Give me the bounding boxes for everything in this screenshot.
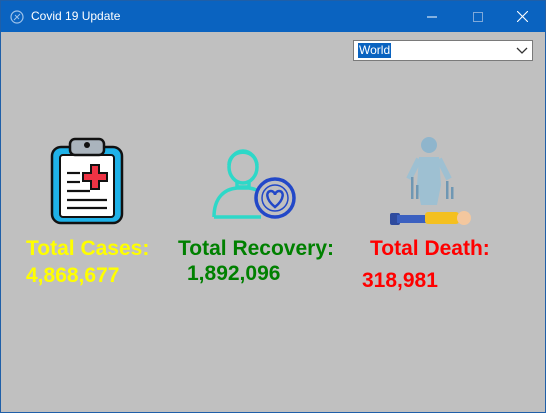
total-death-label: Total Death:: [370, 237, 490, 260]
maximize-button[interactable]: [455, 1, 501, 32]
region-select[interactable]: World: [353, 40, 533, 61]
deceased-person-icon: [390, 137, 471, 225]
close-icon: [516, 11, 528, 22]
app-feather-icon: [10, 10, 24, 24]
minimize-icon: [427, 16, 437, 17]
total-death-value: 318,981: [362, 269, 438, 292]
window-title: Covid 19 Update: [31, 9, 121, 23]
app-window: Covid 19 Update World Total Cases: 4,868…: [0, 0, 546, 413]
title-bar[interactable]: Covid 19 Update: [1, 1, 545, 32]
region-select-value: World: [358, 43, 392, 58]
clipboard-medical-icon: [50, 137, 124, 225]
total-cases-value: 4,868,677: [26, 264, 120, 287]
minimize-button[interactable]: [409, 1, 455, 32]
total-recovery-value: 1,892,096: [187, 262, 281, 285]
total-cases-label: Total Cases:: [26, 237, 150, 260]
total-recovery-label: Total Recovery:: [178, 237, 334, 260]
maximize-icon: [473, 11, 483, 22]
patient-heart-icon: [212, 149, 296, 219]
close-button[interactable]: [499, 1, 545, 32]
chevron-down-icon: [516, 47, 528, 54]
